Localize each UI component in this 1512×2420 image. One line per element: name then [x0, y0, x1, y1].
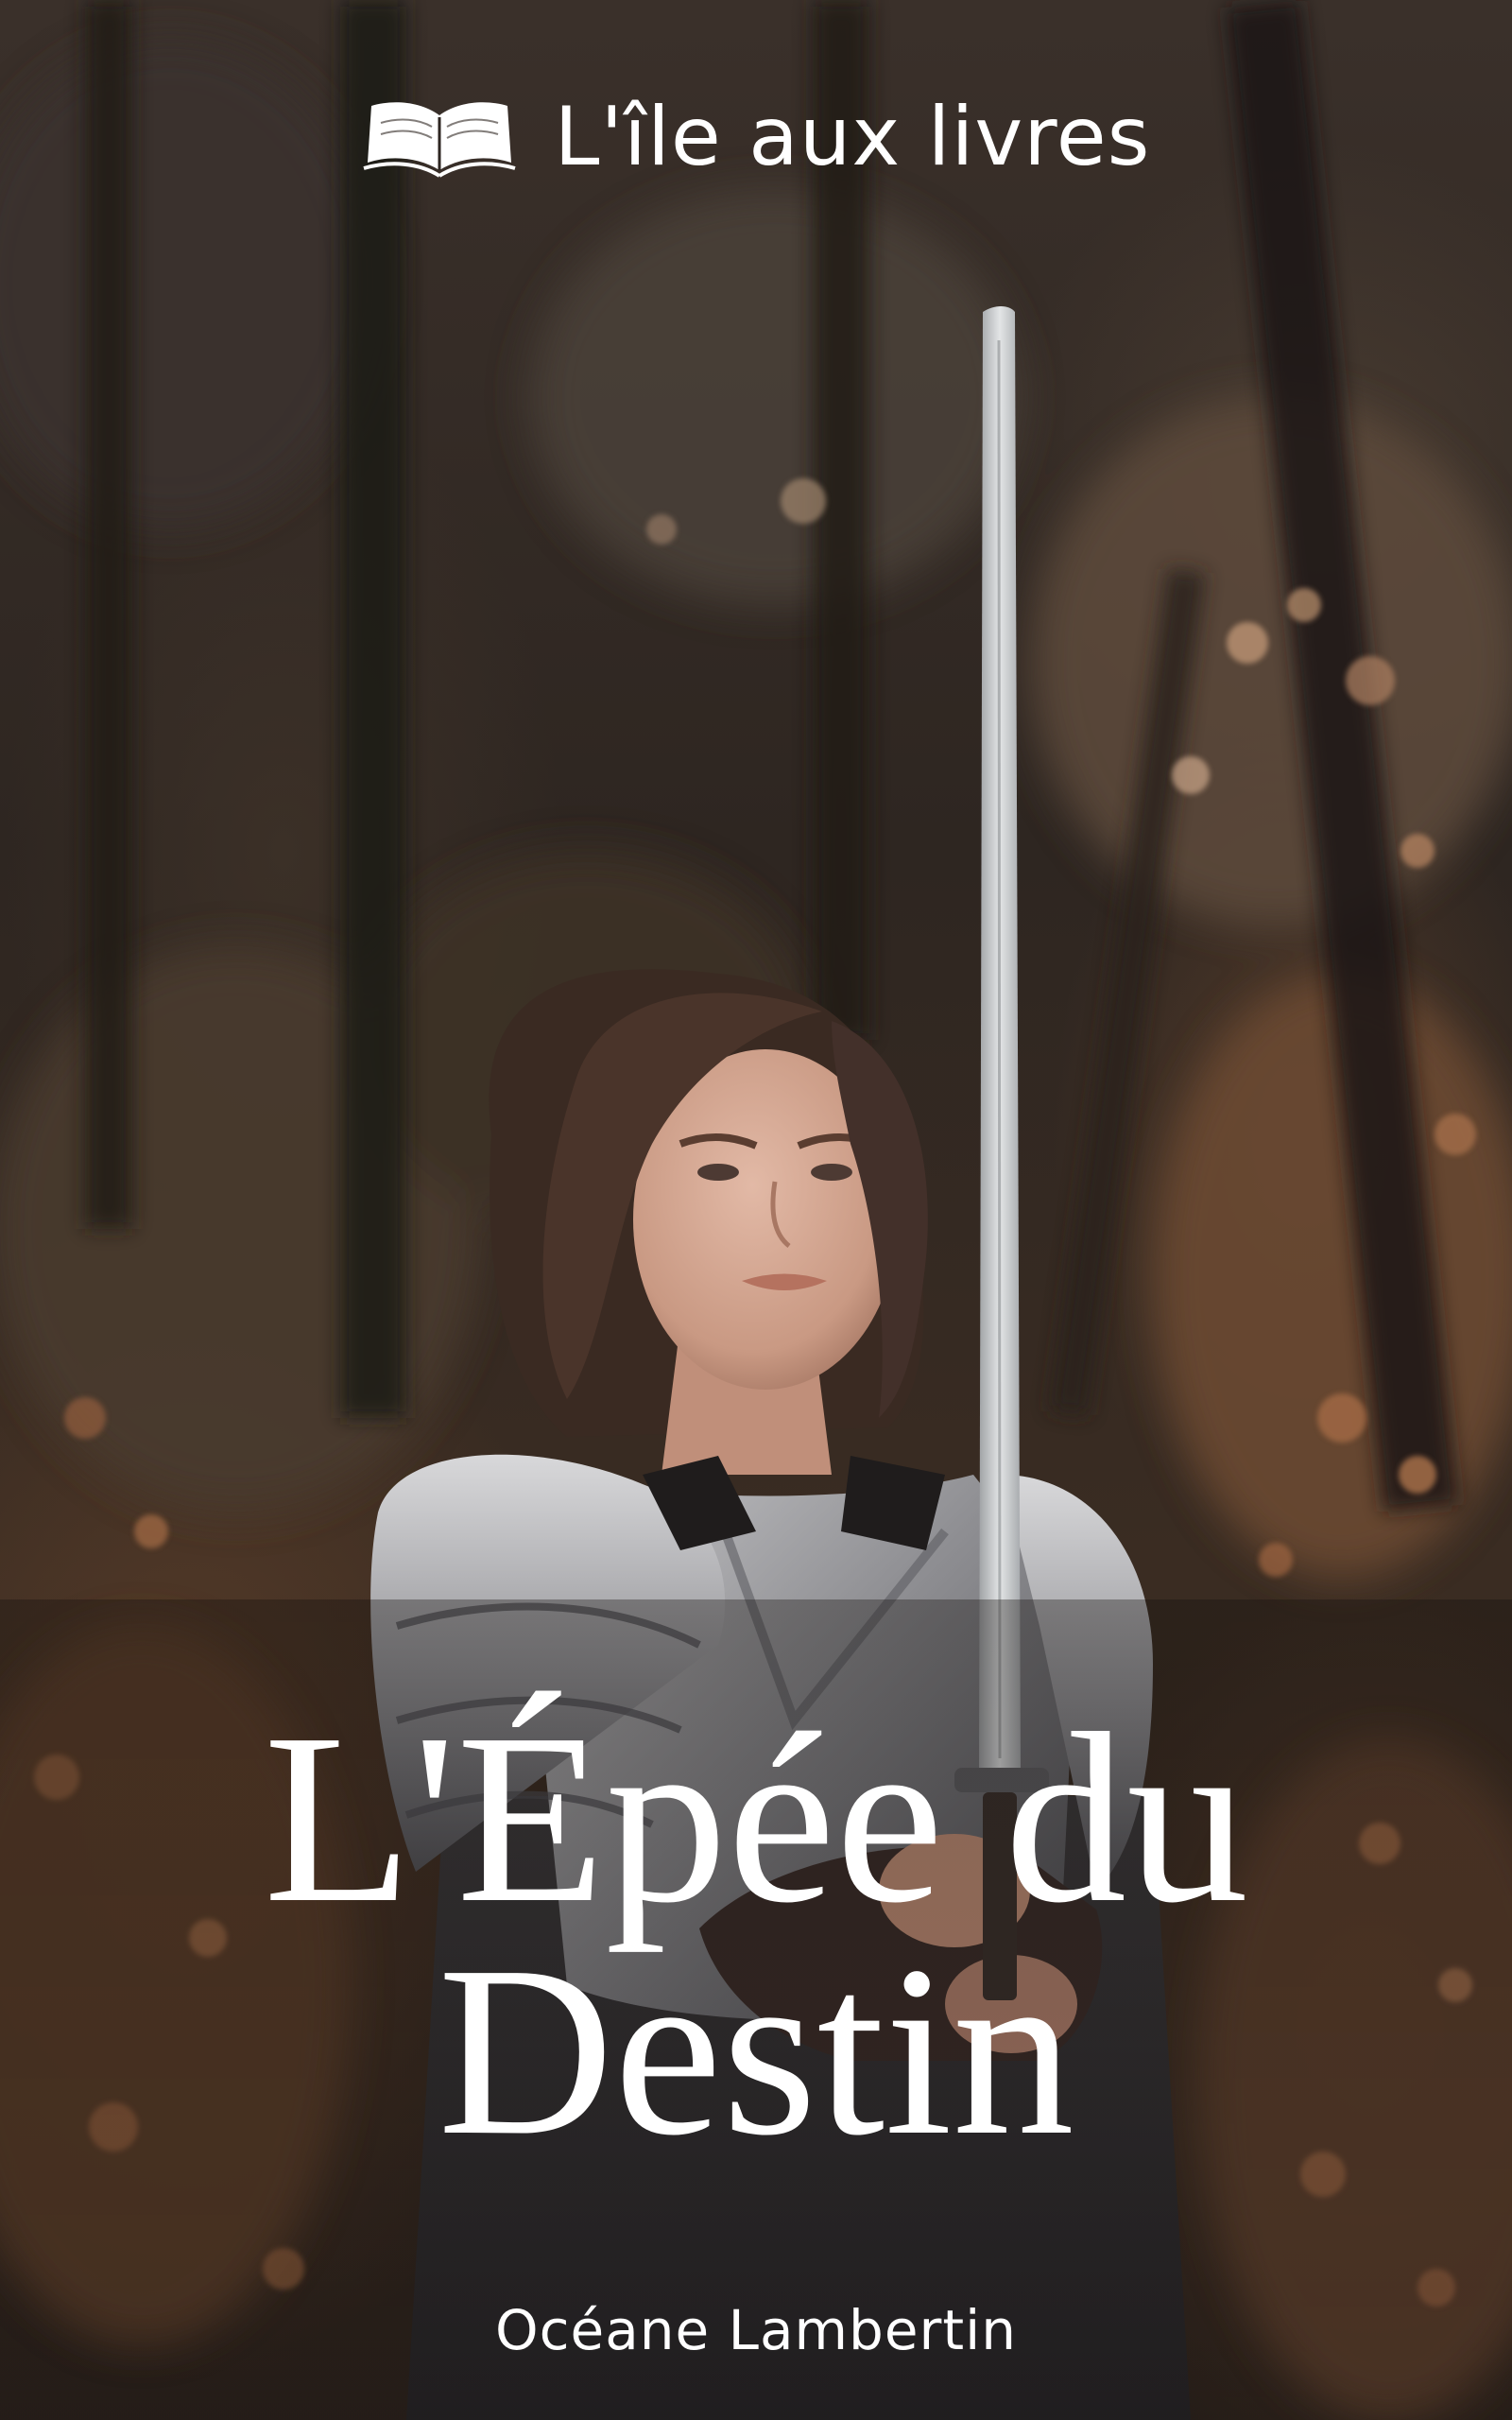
open-book-icon: [362, 102, 516, 178]
book-title: L'Épée du Destin: [0, 1683, 1512, 2186]
publisher-header: L'île aux livres: [0, 95, 1512, 180]
author-name: Océane Lambertin: [495, 2298, 1017, 2362]
book-title-line-1: L'Épée du: [263, 1683, 1249, 1953]
book-title-line-2: Destin: [438, 1915, 1074, 2186]
book-cover: L'île aux livres L'Épée du Destin Océane…: [0, 0, 1512, 2420]
publisher-name: L'île aux livres: [554, 90, 1151, 184]
